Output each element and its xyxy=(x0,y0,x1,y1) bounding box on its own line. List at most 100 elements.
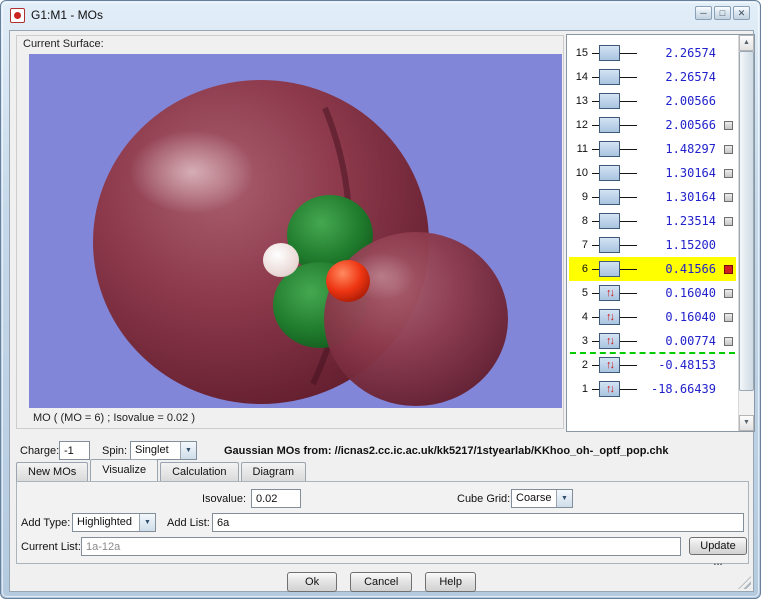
update-button[interactable]: Update ... xyxy=(689,537,747,555)
surface-caption: MO ( (MO = 6) ; Isovalue = 0.02 ) xyxy=(33,412,195,424)
mo-energy-value: 0.16040 xyxy=(637,310,721,324)
mo-energy-value: 0.41566 xyxy=(637,262,721,276)
current-surface-group: Current Surface: xyxy=(16,35,564,429)
lobe-highlight xyxy=(130,130,254,214)
mo-row-12[interactable]: 122.00566 xyxy=(569,113,736,137)
spin-label: Spin: xyxy=(102,445,127,457)
mo-box-icon[interactable] xyxy=(599,141,620,157)
mo-box-icon[interactable] xyxy=(599,117,620,133)
mo-energy-value: 2.26574 xyxy=(637,70,721,84)
chevron-down-icon[interactable]: ▼ xyxy=(180,442,196,459)
ok-button[interactable]: Ok xyxy=(287,572,337,592)
scroll-down-icon[interactable]: ▼ xyxy=(739,415,754,431)
current-list-input[interactable] xyxy=(81,537,681,556)
tab-bar: New MOs Visualize Calculation Diagram xyxy=(16,460,308,481)
add-type-value: Highlighted xyxy=(73,514,139,531)
tab-new-mos[interactable]: New MOs xyxy=(16,462,88,481)
mo-checkbox-cell xyxy=(721,353,736,377)
window-icon xyxy=(10,8,25,23)
client-area: Current Surface: xyxy=(9,30,754,592)
mo-row-1[interactable]: 1↑↓-18.66439 xyxy=(569,377,736,401)
mo-box-icon[interactable]: ↑↓ xyxy=(599,381,620,397)
mo-checkbox[interactable] xyxy=(724,217,733,226)
mo-energy-value: 1.48297 xyxy=(637,142,721,156)
mo-row-4[interactable]: 4↑↓0.16040 xyxy=(569,305,736,329)
cancel-button[interactable]: Cancel xyxy=(350,572,412,592)
mo-box-icon[interactable]: ↑↓ xyxy=(599,333,620,349)
help-button[interactable]: Help xyxy=(425,572,476,592)
charge-label: Charge: xyxy=(20,445,59,457)
spin-select[interactable]: Singlet ▼ xyxy=(130,441,197,460)
mo-level-line xyxy=(591,257,637,281)
mo-checkbox-cell xyxy=(721,377,736,401)
mo-box-icon[interactable] xyxy=(599,165,620,181)
mo-energy-value: 0.00774 xyxy=(637,334,721,348)
tab-visualize[interactable]: Visualize xyxy=(90,459,158,481)
maximize-button[interactable]: □ xyxy=(714,6,731,20)
mo-row-5[interactable]: 5↑↓0.16040 xyxy=(569,281,736,305)
mo-box-icon[interactable] xyxy=(599,261,620,277)
mo-checkbox-cell xyxy=(721,257,736,281)
mo-box-icon[interactable] xyxy=(599,237,620,253)
mo-level-line xyxy=(591,65,637,89)
mo-checkbox[interactable] xyxy=(724,121,733,130)
mo-row-8[interactable]: 81.23514 xyxy=(569,209,736,233)
scroll-up-icon[interactable]: ▲ xyxy=(739,35,754,51)
mo-row-2[interactable]: 2↑↓-0.48153 xyxy=(569,353,736,377)
isovalue-input[interactable] xyxy=(251,489,301,508)
add-list-label: Add List: xyxy=(167,517,210,529)
mo-row-13[interactable]: 132.00566 xyxy=(569,89,736,113)
mo-box-icon[interactable]: ↑↓ xyxy=(599,285,620,301)
mo-level-line xyxy=(591,41,637,65)
scrollbar-thumb[interactable] xyxy=(739,51,754,391)
mo-number: 3 xyxy=(569,335,591,347)
mo-checkbox-cell xyxy=(721,65,736,89)
mo-checkbox[interactable] xyxy=(724,289,733,298)
mo-checkbox-cell xyxy=(721,161,736,185)
spin-value: Singlet xyxy=(131,442,180,459)
mo-surface-render[interactable] xyxy=(29,54,562,408)
mo-checkbox[interactable] xyxy=(724,313,733,322)
mo-row-10[interactable]: 101.30164 xyxy=(569,161,736,185)
mo-checkbox-cell xyxy=(721,233,736,257)
mo-row-15[interactable]: 152.26574 xyxy=(569,41,736,65)
mo-level-line: ↑↓ xyxy=(591,305,637,329)
minimize-button[interactable]: ─ xyxy=(695,6,712,20)
tab-calculation[interactable]: Calculation xyxy=(160,462,238,481)
mo-row-11[interactable]: 111.48297 xyxy=(569,137,736,161)
mo-row-3[interactable]: 3 ↑↓ 0.00774 xyxy=(569,329,736,353)
mo-energy-value: 1.30164 xyxy=(637,166,721,180)
mo-box-icon[interactable] xyxy=(599,189,620,205)
titlebar[interactable]: G1:M1 - MOs xyxy=(1,1,760,29)
charge-input[interactable] xyxy=(59,441,90,460)
mo-row-9[interactable]: 91.30164 xyxy=(569,185,736,209)
mo-box-icon[interactable] xyxy=(599,93,620,109)
mo-row-14[interactable]: 142.26574 xyxy=(569,65,736,89)
mo-list-scrollbar[interactable]: ▲ ▼ xyxy=(738,35,754,431)
mo-energy-value: 0.16040 xyxy=(637,286,721,300)
chevron-down-icon[interactable]: ▼ xyxy=(139,514,155,531)
mo-level-line: ↑↓ xyxy=(591,329,637,353)
mo-checkbox[interactable] xyxy=(724,145,733,154)
mo-checkbox[interactable] xyxy=(724,337,733,346)
mo-checkbox[interactable] xyxy=(724,265,733,274)
mo-checkbox-cell xyxy=(721,209,736,233)
mo-box-icon[interactable] xyxy=(599,45,620,61)
mo-box-icon[interactable] xyxy=(599,213,620,229)
add-type-select[interactable]: Highlighted ▼ xyxy=(72,513,156,532)
mo-box-icon[interactable]: ↑↓ xyxy=(599,309,620,325)
mo-checkbox[interactable] xyxy=(724,193,733,202)
tab-diagram[interactable]: Diagram xyxy=(241,462,307,481)
mo-row-6[interactable]: 60.41566 xyxy=(569,257,736,281)
mo-checkbox-cell xyxy=(721,281,736,305)
add-list-input[interactable] xyxy=(212,513,744,532)
mo-number: 15 xyxy=(569,47,591,59)
chevron-down-icon[interactable]: ▼ xyxy=(556,490,572,507)
mo-checkbox[interactable] xyxy=(724,169,733,178)
close-button[interactable]: ✕ xyxy=(733,6,750,20)
cube-grid-select[interactable]: Coarse ▼ xyxy=(511,489,573,508)
visualize-panel: Isovalue: Cube Grid: Coarse ▼ Add Type: … xyxy=(16,481,749,564)
mo-box-icon[interactable]: ↑↓ xyxy=(599,357,620,373)
mo-box-icon[interactable] xyxy=(599,69,620,85)
mo-row-7[interactable]: 71.15200 xyxy=(569,233,736,257)
